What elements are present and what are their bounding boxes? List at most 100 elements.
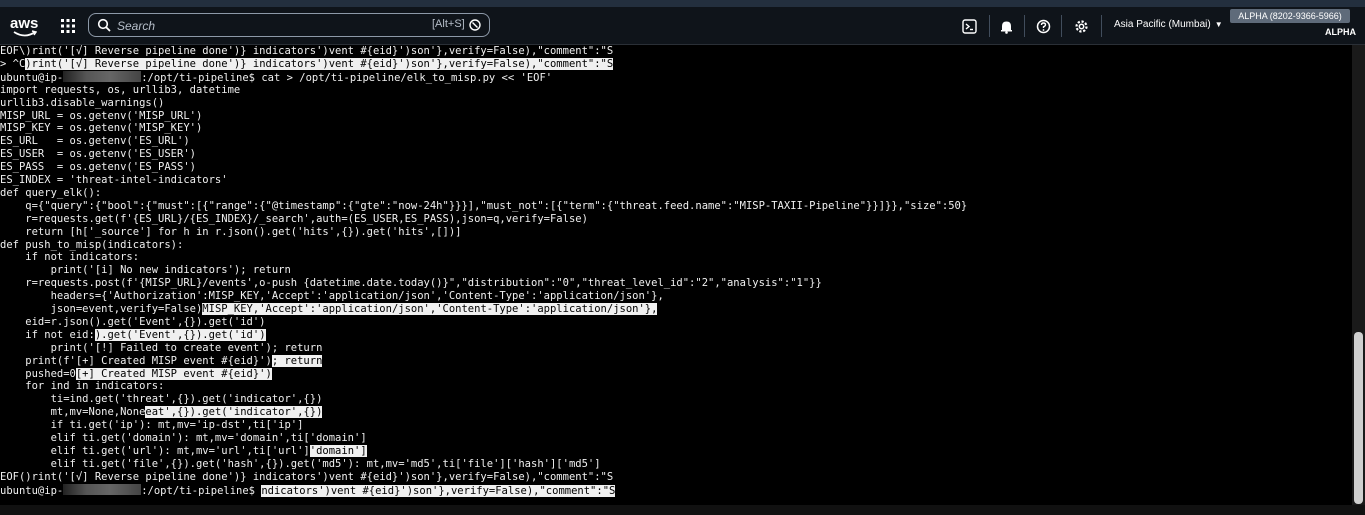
terminal-line: import requests, os, urllib3, datetime bbox=[0, 84, 240, 97]
redacted-ip bbox=[63, 70, 142, 82]
terminal-line: eid=r.json().get('Event',{}).get('id') bbox=[0, 315, 266, 329]
terminal-line: print(f'[+] Created MISP event #{eid}');… bbox=[0, 354, 323, 368]
terminal-text: ES_PASS = os.getenv('ES_PASS') bbox=[0, 161, 196, 174]
terminal-text: if not eid: bbox=[0, 328, 95, 341]
search-box[interactable]: [Alt+S] bbox=[88, 13, 490, 37]
terminal-text: if not indicators: bbox=[0, 251, 140, 264]
search-input[interactable] bbox=[115, 16, 409, 36]
terminal-text: elif ti.get('file',{}).get('hash',{}).ge… bbox=[0, 457, 601, 470]
terminal-text: elif ti.get('domain'): mt,mv='domain',ti… bbox=[0, 432, 367, 444]
terminal-selection: eat',{}).get('indicator',{}) bbox=[145, 406, 323, 419]
terminal-text: urllib3.disable_warnings() bbox=[0, 96, 165, 109]
aws-smile-icon bbox=[13, 30, 37, 37]
terminal-text: elif ti.get('url'): mt,mv='url',ti['url'… bbox=[0, 444, 310, 457]
terminal-output[interactable]: EOF\)rint('[√] Reverse pipeline done')} … bbox=[0, 45, 1352, 505]
terminal-line: q={"query":{"bool":{"must":[{"range":{"@… bbox=[0, 200, 967, 213]
nav-separator bbox=[1024, 15, 1025, 37]
terminal-text: ubuntu@ip- bbox=[0, 71, 64, 84]
terminal-text: def query_elk(): bbox=[0, 186, 102, 199]
terminal-line: elif ti.get('file',{}).get('hash',{}).ge… bbox=[0, 458, 601, 471]
terminal-selection: MISP_KEY,'Accept':'application/json','Co… bbox=[202, 303, 658, 315]
terminal-line: ES_URL = os.getenv('ES_URL') bbox=[0, 135, 190, 148]
terminal-line: ubuntu@ip- :/opt/ti-pipeline$ ndicators')… bbox=[0, 483, 616, 497]
terminal-line: for ind in indicators: bbox=[0, 380, 164, 393]
terminal-text: EOF()rint('[√] Reverse pipeline done')} … bbox=[0, 470, 614, 483]
terminal-line: elif ti.get('url'): mt,mv='url',ti['url'… bbox=[0, 444, 367, 458]
terminal-text: import requests, os, urllib3, datetime bbox=[0, 83, 241, 96]
terminal-text: ES_INDEX = 'threat-intel-indicators' bbox=[0, 174, 228, 186]
terminal-line: urllib3.disable_warnings() bbox=[0, 97, 164, 110]
search-shortcut: [Alt+S] bbox=[432, 18, 465, 30]
terminal-line: r=requests.get(f'{ES_URL}/{ES_INDEX}/_se… bbox=[0, 213, 588, 226]
gear-icon[interactable] bbox=[1074, 19, 1089, 34]
terminal-text: MISP_KEY = os.getenv('MISP_KEY') bbox=[0, 122, 203, 135]
terminal-text: r=requests.get(f'{ES_URL}/{ES_INDEX}/_se… bbox=[0, 212, 588, 225]
terminal-text: :/opt/ti-pipeline$ cat > /opt/ti-pipelin… bbox=[141, 71, 553, 84]
terminal-selection: )rint('[√] Reverse pipeline done')} indi… bbox=[25, 57, 614, 70]
terminal-line: json=event,verify=False)MISP_KEY,'Accept… bbox=[0, 303, 658, 316]
terminal-text: > ^C bbox=[0, 57, 26, 70]
terminal-text: ubuntu@ip- bbox=[0, 484, 64, 497]
search-icon bbox=[97, 18, 111, 32]
terminal-line: ubuntu@ip- :/opt/ti-pipeline$ cat > /opt/… bbox=[0, 70, 553, 84]
terminal-line: headers={'Authorization':MISP_KEY,'Accep… bbox=[0, 290, 664, 303]
terminal-line: > ^C)rint('[√] Reverse pipeline done')} … bbox=[0, 57, 614, 71]
terminal-line: if ti.get('ip'): mt,mv='ip-dst',ti['ip'] bbox=[0, 419, 304, 432]
terminal-text: eid=r.json().get('Event',{}).get('id') bbox=[0, 315, 266, 328]
terminal-text: ti=ind.get('threat',{}).get('indicator',… bbox=[0, 393, 323, 406]
terminal-text: print('[i] No new indicators'); return bbox=[0, 264, 291, 277]
terminal-line: def push_to_misp(indicators): bbox=[0, 239, 183, 252]
help-icon[interactable] bbox=[1036, 19, 1051, 34]
terminal-text: if ti.get('ip'): mt,mv='ip-dst',ti['ip'] bbox=[0, 419, 304, 432]
terminal-selection: [+] Created MISP event #{eid}') bbox=[75, 367, 272, 380]
region-label: Asia Pacific (Mumbai) bbox=[1114, 19, 1211, 30]
grid-icon[interactable] bbox=[60, 18, 76, 34]
terminal-text: q={"query":{"bool":{"must":[{"range":{"@… bbox=[0, 199, 968, 212]
caret-down-icon: ▼ bbox=[1214, 20, 1223, 29]
bell-icon[interactable] bbox=[999, 19, 1014, 34]
terminal-line: ES_INDEX = 'threat-intel-indicators' bbox=[0, 174, 228, 187]
redacted-ip bbox=[63, 483, 142, 495]
terminal-text: def push_to_misp(indicators): bbox=[0, 238, 184, 251]
terminal-text: ES_USER = os.getenv('ES_USER') bbox=[0, 148, 196, 161]
terminal-line: MISP_KEY = os.getenv('MISP_KEY') bbox=[0, 122, 202, 135]
terminal-line: if not indicators: bbox=[0, 251, 139, 264]
terminal-text: print('[!] Failed to create event'); ret… bbox=[0, 341, 323, 354]
terminal-selection: 'domain'] bbox=[309, 444, 367, 457]
terminal-line: ti=ind.get('threat',{}).get('indicator',… bbox=[0, 393, 323, 406]
scrollbar-thumb[interactable] bbox=[1354, 332, 1363, 504]
terminal-line: print('[!] Failed to create event'); ret… bbox=[0, 341, 323, 355]
cloudshell-icon[interactable] bbox=[962, 19, 977, 34]
terminal-text: ES_URL = os.getenv('ES_URL') bbox=[0, 135, 190, 148]
terminal-text: for ind in indicators: bbox=[0, 380, 165, 393]
terminal-text: pushed=0 bbox=[0, 367, 76, 380]
terminal-line: MISP_URL = os.getenv('MISP_URL') bbox=[0, 110, 202, 123]
terminal-selection: ndicators')vent #{eid}')son'},verify=Fal… bbox=[261, 484, 616, 497]
terminal-line: def query_elk(): bbox=[0, 187, 101, 200]
terminal-text: print(f'[+] Created MISP event #{eid}') bbox=[0, 354, 272, 367]
terminal-line: elif ti.get('domain'): mt,mv='domain',ti… bbox=[0, 432, 367, 445]
bottom-bar bbox=[0, 505, 1365, 515]
nav-separator bbox=[1061, 15, 1062, 37]
terminal-text: :/opt/ti-pipeline$ bbox=[141, 484, 262, 497]
clear-icon[interactable] bbox=[469, 19, 481, 31]
terminal-line: pushed=0[+] Created MISP event #{eid}') bbox=[0, 367, 272, 381]
terminal-line: if not eid:).get('Event',{}).get('id') bbox=[0, 328, 266, 342]
terminal-line: r=requests.post(f'{MISP_URL}/events',o-p… bbox=[0, 277, 822, 290]
terminal-text: headers={'Authorization':MISP_KEY,'Accep… bbox=[0, 290, 664, 303]
account-badge[interactable]: ALPHA (8202-9366-5966) bbox=[1230, 9, 1350, 23]
terminal-line: EOF()rint('[√] Reverse pipeline done')} … bbox=[0, 471, 613, 484]
terminal-text: json=event,verify=False) bbox=[0, 303, 203, 315]
aws-logo[interactable]: aws bbox=[10, 15, 40, 39]
terminal-line: EOF\)rint('[√] Reverse pipeline done')} … bbox=[0, 45, 613, 58]
terminal-line: ES_USER = os.getenv('ES_USER') bbox=[0, 148, 196, 161]
aws-console-navbar: aws [Alt+S] bbox=[0, 7, 1365, 45]
region-selector[interactable]: Asia Pacific (Mumbai) ▼ bbox=[1114, 19, 1223, 30]
terminal-text: return [h['_source'] for h in r.json().g… bbox=[0, 225, 462, 238]
nav-separator bbox=[989, 15, 990, 37]
terminal-line: mt,mv=None,Noneeat',{}).get('indicator',… bbox=[0, 406, 323, 419]
terminal-selection: ).get('Event',{}).get('id') bbox=[94, 328, 266, 341]
nav-separator bbox=[1101, 15, 1102, 37]
terminal-selection: ; return bbox=[271, 354, 323, 367]
window-top-edge bbox=[0, 0, 1365, 7]
